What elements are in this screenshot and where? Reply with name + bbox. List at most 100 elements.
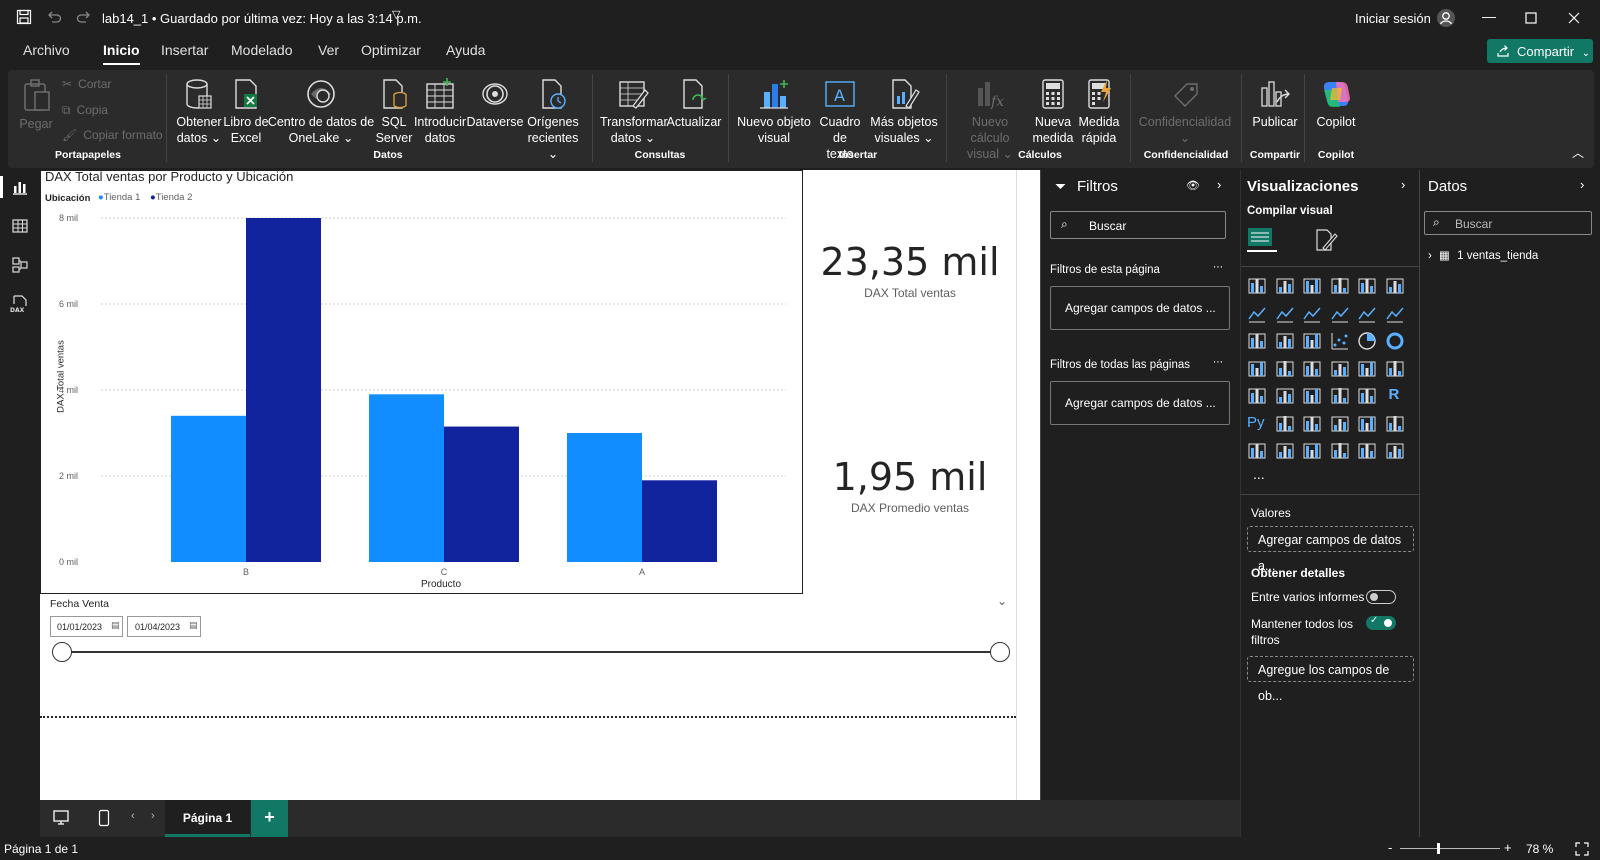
quick-measure-button[interactable]: Medida rápida [1074,78,1124,146]
area-chart-icon[interactable] [1275,304,1297,326]
collapse-ribbon-icon[interactable]: ︿ [1572,144,1584,161]
more-visuals-ellipsis[interactable]: ... [1253,466,1265,482]
redo-icon[interactable] [76,9,92,25]
ribbon-chart-icon[interactable] [1247,331,1269,353]
fabric-icon[interactable] [1357,441,1379,463]
report-view-icon[interactable] [11,178,29,196]
zoom-level[interactable]: 78 % [1526,842,1553,856]
filled-map-icon[interactable] [1302,359,1324,381]
power-apps-icon[interactable] [1275,441,1297,463]
filters-search-input[interactable]: ⌕ Buscar [1050,211,1226,239]
keep-filters-toggle[interactable]: ✓ [1366,615,1396,630]
enter-data-button[interactable]: Introducir datos [413,78,467,146]
slicer-start-date[interactable]: 01/01/2023 ▤ [50,616,123,637]
all-filters-more-icon[interactable]: ⋯ [1213,357,1223,368]
publish-button[interactable]: Publicar [1245,78,1305,130]
refresh-button[interactable]: Actualizar [666,78,722,130]
new-measure-button[interactable]: Nueva medida [1028,78,1078,146]
cross-report-toggle[interactable] [1366,590,1396,604]
sparkline-icon[interactable] [1385,441,1407,463]
stacked-column-icon[interactable] [1275,276,1297,298]
stacked-bar-icon[interactable] [1247,276,1269,298]
stacked-area-icon[interactable] [1302,304,1324,326]
bar-B-tienda-1[interactable] [171,415,246,562]
menu-modelado[interactable]: Modelado [231,42,293,58]
desktop-layout-icon[interactable] [52,809,70,827]
sql-server-button[interactable]: SQL Server [372,78,416,146]
page-tab-1[interactable]: Página 1 [165,800,250,837]
get-data-button[interactable]: Obtener datos ⌄ [173,78,225,146]
clustered-bar-icon[interactable] [1302,276,1324,298]
key-influencers-icon[interactable] [1275,414,1297,436]
table-icon[interactable] [1330,386,1352,408]
add-page-button[interactable]: + [251,800,288,837]
waterfall-icon[interactable] [1275,331,1297,353]
map-icon[interactable] [1275,359,1297,381]
user-avatar-icon[interactable] [1436,8,1456,28]
paginated-report-icon[interactable] [1247,441,1269,463]
onelake-button[interactable]: Centro de datos de OneLake ⌄ [266,78,376,146]
next-page-icon[interactable]: › [151,810,155,822]
copilot-visual-icon[interactable] [1330,441,1352,463]
line-clustered-icon[interactable] [1385,304,1407,326]
title-dropdown-icon[interactable]: ▽ [392,8,400,21]
kpi-icon[interactable] [1275,386,1297,408]
matrix-icon[interactable] [1357,386,1379,408]
goals-icon[interactable] [1385,414,1407,436]
zoom-in-button[interactable]: + [1504,840,1512,855]
line-column-icon[interactable] [1357,304,1379,326]
document-title[interactable]: lab14_1 • Guardado por última vez: Hoy a… [102,11,422,26]
gauge-icon[interactable] [1357,359,1379,381]
slicer-end-date[interactable]: 01/04/2023 ▤ [127,616,201,637]
qa-icon[interactable] [1330,414,1352,436]
mobile-layout-icon[interactable] [98,809,110,827]
collapse-data-icon[interactable]: › [1580,177,1584,192]
format-painter-button[interactable]: 🖌 Copiar formato [62,127,163,143]
copy-button[interactable]: ⧉ Copia [62,102,108,118]
bar-B-tienda-2[interactable] [246,218,321,562]
treemap-icon[interactable] [1247,359,1269,381]
menu-optimizar[interactable]: Optimizar [361,42,421,58]
paste-button[interactable]: Pegar [16,78,56,132]
funnel-icon[interactable] [1302,331,1324,353]
clustered-column-icon[interactable] [1330,276,1352,298]
card-icon[interactable] [1385,359,1407,381]
100-bar-icon[interactable] [1357,276,1379,298]
100-column-icon[interactable] [1385,276,1407,298]
zoom-slider-thumb[interactable] [1437,843,1440,854]
bar-A-tienda-1[interactable] [567,433,642,562]
slicer-chevron-down-icon[interactable]: ⌄ [997,594,1007,608]
calendar-icon[interactable]: ▤ [111,620,120,631]
line-chart-icon[interactable] [1247,304,1269,326]
multirow-card-icon[interactable] [1247,386,1269,408]
slicer-end-handle[interactable] [990,642,1010,662]
bar-C-tienda-2[interactable] [444,426,519,562]
fit-to-page-icon[interactable] [1575,842,1589,856]
slicer-start-handle[interactable] [52,642,72,662]
menu-ayuda[interactable]: Ayuda [446,42,485,58]
model-view-icon[interactable] [11,256,29,274]
format-visual-icon[interactable] [1313,228,1339,252]
share-button[interactable]: Compartir ⌄ [1487,39,1593,63]
bar-A-tienda-2[interactable] [642,480,717,562]
maximize-button[interactable] [1525,12,1537,24]
transform-data-button[interactable]: Transformar datos ⌄ [600,78,668,146]
more-visuals-button[interactable]: Más objetos visuales ⌄ [869,78,939,146]
minimize-button[interactable]: — [1482,8,1496,24]
page-filters-drop-zone[interactable]: Agregar campos de datos ... [1050,286,1230,330]
collapse-filters-icon[interactable]: › [1217,177,1221,192]
slicer-track[interactable] [62,651,1000,653]
undo-icon[interactable] [46,9,62,25]
python-visual-icon[interactable]: Py [1247,414,1269,436]
cut-button[interactable]: ✂ Cortar [62,76,111,92]
power-automate-icon[interactable] [1302,441,1324,463]
scatter-icon[interactable] [1330,331,1352,353]
signin-link[interactable]: Iniciar sesión [1355,11,1431,26]
menu-inicio[interactable]: Inicio [103,42,140,65]
build-visual-tab[interactable] [1247,226,1277,252]
copilot-button[interactable]: Copilot [1310,78,1362,130]
zoom-out-button[interactable]: - [1388,840,1392,855]
table-tree-item[interactable]: › ▦ 1 ventas_tienda [1428,248,1538,262]
bar-C-tienda-1[interactable] [369,394,444,562]
100-area-icon[interactable] [1330,304,1352,326]
